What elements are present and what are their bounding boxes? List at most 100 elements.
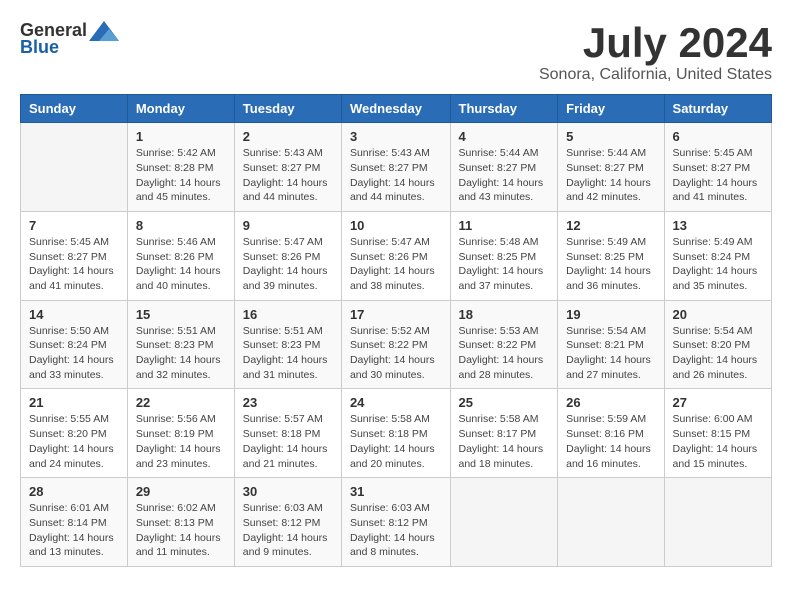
day-info: Sunrise: 5:50 AM Sunset: 8:24 PM Dayligh… [29,324,119,383]
calendar-cell: 30 Sunrise: 6:03 AM Sunset: 8:12 PM Dayli… [234,478,341,567]
location-title: Sonora, California, United States [539,66,772,84]
day-number: 19 [566,307,655,322]
calendar-cell: 4 Sunrise: 5:44 AM Sunset: 8:27 PM Daylig… [450,123,558,212]
day-number: 5 [566,129,655,144]
calendar-week-3: 14 Sunrise: 5:50 AM Sunset: 8:24 PM Dayli… [21,300,772,389]
col-wednesday: Wednesday [341,95,450,123]
day-number: 16 [243,307,333,322]
day-number: 26 [566,395,655,410]
day-info: Sunrise: 5:45 AM Sunset: 8:27 PM Dayligh… [673,146,763,205]
day-info: Sunrise: 6:01 AM Sunset: 8:14 PM Dayligh… [29,501,119,560]
day-info: Sunrise: 6:03 AM Sunset: 8:12 PM Dayligh… [350,501,442,560]
calendar-cell [21,123,128,212]
day-info: Sunrise: 6:00 AM Sunset: 8:15 PM Dayligh… [673,412,763,471]
calendar-cell [558,478,664,567]
day-info: Sunrise: 5:48 AM Sunset: 8:25 PM Dayligh… [459,235,550,294]
calendar-cell [450,478,558,567]
day-number: 10 [350,218,442,233]
day-number: 4 [459,129,550,144]
day-info: Sunrise: 5:45 AM Sunset: 8:27 PM Dayligh… [29,235,119,294]
day-info: Sunrise: 5:46 AM Sunset: 8:26 PM Dayligh… [136,235,226,294]
day-number: 23 [243,395,333,410]
col-monday: Monday [127,95,234,123]
calendar-cell: 22 Sunrise: 5:56 AM Sunset: 8:19 PM Dayli… [127,389,234,478]
calendar-cell: 16 Sunrise: 5:51 AM Sunset: 8:23 PM Dayli… [234,300,341,389]
day-info: Sunrise: 6:03 AM Sunset: 8:12 PM Dayligh… [243,501,333,560]
calendar-cell: 15 Sunrise: 5:51 AM Sunset: 8:23 PM Dayli… [127,300,234,389]
day-info: Sunrise: 5:58 AM Sunset: 8:18 PM Dayligh… [350,412,442,471]
day-number: 2 [243,129,333,144]
day-number: 31 [350,484,442,499]
logo-blue: Blue [20,37,59,58]
calendar-cell: 28 Sunrise: 6:01 AM Sunset: 8:14 PM Dayli… [21,478,128,567]
day-info: Sunrise: 5:56 AM Sunset: 8:19 PM Dayligh… [136,412,226,471]
day-info: Sunrise: 5:55 AM Sunset: 8:20 PM Dayligh… [29,412,119,471]
calendar-week-5: 28 Sunrise: 6:01 AM Sunset: 8:14 PM Dayli… [21,478,772,567]
day-number: 14 [29,307,119,322]
calendar-cell: 10 Sunrise: 5:47 AM Sunset: 8:26 PM Dayli… [341,211,450,300]
calendar-cell: 8 Sunrise: 5:46 AM Sunset: 8:26 PM Daylig… [127,211,234,300]
calendar-cell: 17Sunrise: 5:52 AM Sunset: 8:22 PM Dayli… [341,300,450,389]
day-info: Sunrise: 5:59 AM Sunset: 8:16 PM Dayligh… [566,412,655,471]
day-info: Sunrise: 5:47 AM Sunset: 8:26 PM Dayligh… [243,235,333,294]
calendar-cell: 19 Sunrise: 5:54 AM Sunset: 8:21 PM Dayli… [558,300,664,389]
calendar-cell: 27Sunrise: 6:00 AM Sunset: 8:15 PM Dayli… [664,389,771,478]
day-number: 20 [673,307,763,322]
day-number: 15 [136,307,226,322]
day-info: Sunrise: 5:51 AM Sunset: 8:23 PM Dayligh… [136,324,226,383]
calendar-cell: 12Sunrise: 5:49 AM Sunset: 8:25 PM Dayli… [558,211,664,300]
calendar-week-1: 1 Sunrise: 5:42 AM Sunset: 8:28 PM Daylig… [21,123,772,212]
calendar-cell: 24 Sunrise: 5:58 AM Sunset: 8:18 PM Dayli… [341,389,450,478]
day-number: 28 [29,484,119,499]
day-info: Sunrise: 5:47 AM Sunset: 8:26 PM Dayligh… [350,235,442,294]
calendar-cell: 23Sunrise: 5:57 AM Sunset: 8:18 PM Dayli… [234,389,341,478]
day-info: Sunrise: 5:58 AM Sunset: 8:17 PM Dayligh… [459,412,550,471]
day-info: Sunrise: 6:02 AM Sunset: 8:13 PM Dayligh… [136,501,226,560]
day-info: Sunrise: 5:54 AM Sunset: 8:21 PM Dayligh… [566,324,655,383]
calendar-cell [664,478,771,567]
day-number: 13 [673,218,763,233]
calendar-header-row: Sunday Monday Tuesday Wednesday Thursday… [21,95,772,123]
calendar-cell: 20 Sunrise: 5:54 AM Sunset: 8:20 PM Dayli… [664,300,771,389]
col-tuesday: Tuesday [234,95,341,123]
calendar-cell: 21 Sunrise: 5:55 AM Sunset: 8:20 PM Dayli… [21,389,128,478]
calendar-cell: 14 Sunrise: 5:50 AM Sunset: 8:24 PM Dayli… [21,300,128,389]
col-friday: Friday [558,95,664,123]
calendar-cell: 31 Sunrise: 6:03 AM Sunset: 8:12 PM Dayli… [341,478,450,567]
calendar-week-4: 21 Sunrise: 5:55 AM Sunset: 8:20 PM Dayli… [21,389,772,478]
day-info: Sunrise: 5:44 AM Sunset: 8:27 PM Dayligh… [566,146,655,205]
day-number: 24 [350,395,442,410]
day-number: 22 [136,395,226,410]
day-info: Sunrise: 5:54 AM Sunset: 8:20 PM Dayligh… [673,324,763,383]
day-info: Sunrise: 5:51 AM Sunset: 8:23 PM Dayligh… [243,324,333,383]
day-number: 1 [136,129,226,144]
calendar-cell: 3Sunrise: 5:43 AM Sunset: 8:27 PM Daylig… [341,123,450,212]
day-number: 21 [29,395,119,410]
calendar-cell: 13 Sunrise: 5:49 AM Sunset: 8:24 PM Dayli… [664,211,771,300]
page-header: General Blue July 2024 Sonora, Californi… [20,20,772,84]
logo: General Blue [20,20,119,58]
day-number: 8 [136,218,226,233]
day-info: Sunrise: 5:44 AM Sunset: 8:27 PM Dayligh… [459,146,550,205]
day-info: Sunrise: 5:53 AM Sunset: 8:22 PM Dayligh… [459,324,550,383]
day-info: Sunrise: 5:52 AM Sunset: 8:22 PM Dayligh… [350,324,442,383]
day-info: Sunrise: 5:49 AM Sunset: 8:25 PM Dayligh… [566,235,655,294]
calendar-cell: 5 Sunrise: 5:44 AM Sunset: 8:27 PM Daylig… [558,123,664,212]
calendar-cell: 2Sunrise: 5:43 AM Sunset: 8:27 PM Daylig… [234,123,341,212]
day-number: 9 [243,218,333,233]
day-info: Sunrise: 5:42 AM Sunset: 8:28 PM Dayligh… [136,146,226,205]
day-info: Sunrise: 5:49 AM Sunset: 8:24 PM Dayligh… [673,235,763,294]
calendar-week-2: 7 Sunrise: 5:45 AM Sunset: 8:27 PM Daylig… [21,211,772,300]
day-number: 7 [29,218,119,233]
calendar-cell: 29Sunrise: 6:02 AM Sunset: 8:13 PM Dayli… [127,478,234,567]
calendar-cell: 9 Sunrise: 5:47 AM Sunset: 8:26 PM Daylig… [234,211,341,300]
calendar-cell: 25 Sunrise: 5:58 AM Sunset: 8:17 PM Dayli… [450,389,558,478]
calendar-cell: 1 Sunrise: 5:42 AM Sunset: 8:28 PM Daylig… [127,123,234,212]
calendar-cell: 26 Sunrise: 5:59 AM Sunset: 8:16 PM Dayli… [558,389,664,478]
logo-icon [89,21,119,41]
day-number: 25 [459,395,550,410]
day-number: 11 [459,218,550,233]
day-number: 30 [243,484,333,499]
col-thursday: Thursday [450,95,558,123]
calendar-cell: 18Sunrise: 5:53 AM Sunset: 8:22 PM Dayli… [450,300,558,389]
